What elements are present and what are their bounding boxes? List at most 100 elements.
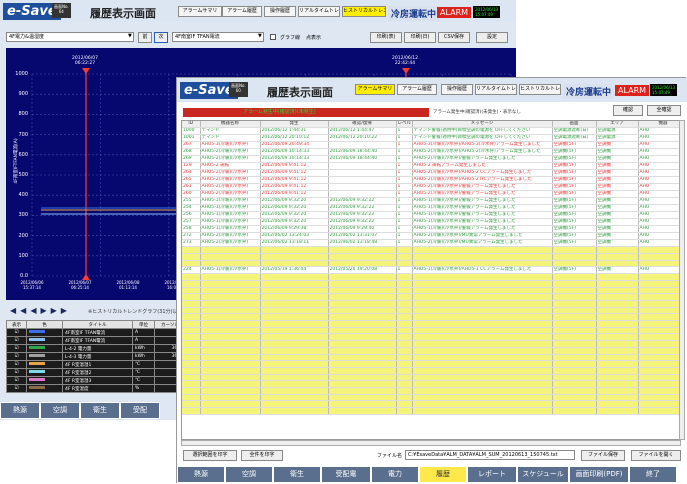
nav-item[interactable]: 衛生 bbox=[273, 466, 321, 483]
legend-row[interactable]: ☑ L-4-2 電力量 kWh 3627 bbox=[6, 344, 186, 353]
print-screen-button[interactable]: 印刷(日) bbox=[404, 32, 436, 43]
tab-historical-trend[interactable]: ヒストリカルトレンド bbox=[519, 84, 561, 95]
column-header[interactable]: 画面 bbox=[552, 121, 597, 129]
table-row[interactable] bbox=[182, 313, 680, 322]
table-row[interactable] bbox=[182, 387, 680, 395]
tab-alarm-history[interactable]: アラーム履歴 bbox=[397, 84, 437, 95]
graph-line-checkbox[interactable] bbox=[270, 34, 276, 40]
csv-save-button[interactable]: CSV保存 bbox=[438, 32, 470, 43]
legend-row[interactable]: ☑ L-4-3 電力量 kWh 3625 bbox=[6, 352, 186, 361]
nav-item[interactable]: 熱源 bbox=[177, 466, 225, 483]
tab-alarm-history[interactable]: アラーム履歴 bbox=[222, 6, 262, 17]
table-row[interactable] bbox=[182, 280, 680, 288]
alarm-badge[interactable]: ALARM bbox=[615, 85, 650, 96]
nav-item[interactable]: 受配電 bbox=[321, 466, 371, 483]
cursor-marker-1[interactable] bbox=[82, 68, 90, 74]
legend-checkbox[interactable]: ☑ bbox=[6, 352, 27, 361]
table-row[interactable] bbox=[182, 360, 680, 368]
table-row[interactable]: 1001 デマンド 2012/06/12 20:10:12 2012/06/12 20… bbox=[182, 134, 680, 143]
tab-historical-trend[interactable]: ヒストリカルトレンド bbox=[342, 6, 386, 17]
legend-row[interactable]: ☑ 4F R室湿度 % 10 bbox=[6, 384, 186, 393]
last-page-icon[interactable]: ▶▶ bbox=[51, 306, 71, 315]
settings-button[interactable]: 設定 bbox=[476, 32, 508, 43]
print-all-button[interactable]: 全件を印字 bbox=[241, 450, 283, 461]
chevron-down-icon[interactable]: ▼ bbox=[128, 33, 132, 39]
nav-item[interactable]: スケジュール bbox=[517, 466, 569, 483]
legend-row[interactable]: ☑ 4F R室温湿2 ℃ 22 bbox=[6, 368, 186, 377]
column-header[interactable]: ID bbox=[182, 121, 201, 129]
legend-row[interactable]: ☑ 4F南室IF TFAN電流 A 21 bbox=[6, 328, 186, 337]
point-select[interactable]: 4F南室IF TFAN電流 bbox=[172, 32, 264, 42]
nav-item[interactable]: 画面印刷(PDF) bbox=[569, 466, 629, 483]
file-path-field[interactable]: C:¥EsaveData¥ALM_DATA¥ALM_SUM_20120613_1… bbox=[405, 450, 575, 460]
table-row[interactable] bbox=[182, 407, 680, 415]
table-row[interactable] bbox=[182, 354, 680, 362]
tab-realtime-trend[interactable]: リアルタイムトレンド bbox=[298, 6, 340, 17]
column-header[interactable]: 確認/復帰 bbox=[328, 121, 397, 129]
tab-operation-history[interactable]: 操作履歴 bbox=[264, 6, 296, 17]
column-header[interactable]: 機器名称 bbox=[200, 121, 261, 129]
table-row[interactable]: 272 AHU5-2(冷暖)(冷水弁) 2012/06/02 13:24:03 201… bbox=[182, 232, 680, 241]
tab-alarm-summary[interactable]: アラームサマリ bbox=[355, 84, 395, 95]
tab-alarm-summary[interactable]: アラームサマリ bbox=[178, 6, 222, 17]
table-row[interactable]: 255 AHU5-1(冷暖)(冷水弁) 2012/06/09 9:32:20 2012… bbox=[182, 197, 680, 206]
table-row[interactable] bbox=[182, 380, 680, 388]
nav-sanitation[interactable]: 衛生 bbox=[80, 402, 120, 419]
legend-row[interactable]: ☑ 4F R室温湿1 ℃ 22 bbox=[6, 360, 186, 369]
table-row[interactable] bbox=[182, 347, 680, 355]
next-page-icon[interactable]: ▶ bbox=[40, 306, 50, 315]
first-page-icon[interactable]: ◀◀ bbox=[10, 306, 30, 315]
table-row[interactable] bbox=[182, 400, 680, 408]
prev-button[interactable]: 前 bbox=[138, 32, 152, 43]
chevron-down-icon[interactable]: ▼ bbox=[258, 33, 262, 39]
nav-item[interactable]: 履歴 bbox=[419, 466, 467, 483]
nav-item[interactable]: 空調 bbox=[225, 466, 273, 483]
column-header[interactable]: エリア bbox=[596, 121, 639, 129]
cursor-marker-2[interactable] bbox=[402, 68, 410, 74]
table-row[interactable]: 224 AHU5-1(冷暖)(冷水弁) 2012/05/19 1:36:44 2012… bbox=[182, 266, 680, 275]
table-row[interactable] bbox=[182, 374, 680, 382]
table-row[interactable] bbox=[182, 333, 680, 342]
nav-item[interactable]: 終了 bbox=[629, 466, 677, 483]
table-row[interactable] bbox=[182, 340, 680, 348]
tab-realtime-trend[interactable]: リアルタイムトレンド bbox=[475, 84, 517, 95]
tab-operation-history[interactable]: 操作履歴 bbox=[441, 84, 473, 95]
column-header[interactable]: レベル bbox=[396, 121, 413, 129]
vertical-scrollbar[interactable] bbox=[679, 120, 685, 440]
legend-checkbox[interactable]: ☑ bbox=[6, 368, 27, 377]
table-row[interactable] bbox=[182, 260, 680, 268]
table-row[interactable]: 267 AHU5-3(冷暖)(冷水弁) 2012/06/09 20:49:34 1 AH… bbox=[182, 141, 680, 150]
nav-air-conditioning[interactable]: 空調 bbox=[40, 402, 80, 419]
table-row[interactable]: 260 AHU5-2(冷暖)(冷水弁) 2012/06/09 9:41:12 1 AHU… bbox=[182, 190, 680, 199]
table-row[interactable] bbox=[182, 307, 680, 315]
table-row[interactable]: 257 AHU5-1(冷暖)(冷水弁) 2012/06/09 9:32:20 2012… bbox=[182, 218, 680, 227]
file-open-button[interactable]: ファイルを開く bbox=[631, 450, 681, 461]
table-row[interactable] bbox=[182, 300, 680, 308]
table-row[interactable] bbox=[182, 246, 680, 254]
table-row[interactable]: 1000 デマンド 2012/06/12 1:44:31 2012/06/12 1:4… bbox=[182, 127, 680, 136]
prev-page-icon[interactable]: ◀ bbox=[30, 306, 40, 315]
table-row[interactable]: 265 AHU5-2(冷暖)(冷水弁) 2012/06/09 9:41:12 1 AHU… bbox=[182, 176, 680, 185]
table-row[interactable] bbox=[182, 320, 680, 328]
next-button[interactable]: 次 bbox=[154, 32, 168, 43]
table-row[interactable]: 261 AHU5-2(冷暖)(冷水弁) 2012/06/09 9:41:12 1 AHU… bbox=[182, 183, 680, 192]
print-table-button[interactable]: 印刷(表) bbox=[370, 32, 402, 43]
table-row[interactable] bbox=[182, 253, 680, 261]
nav-power-receiving[interactable]: 受配 bbox=[120, 402, 160, 419]
table-row[interactable] bbox=[182, 367, 680, 375]
horizontal-scrollbar[interactable] bbox=[181, 440, 681, 446]
alarm-badge[interactable]: ALARM bbox=[437, 7, 472, 18]
table-row[interactable] bbox=[182, 287, 680, 295]
legend-row[interactable]: ☑ 4F R室温湿3 ℃ 58 bbox=[6, 376, 186, 385]
group-select[interactable]: 4F電力&温湿度 bbox=[6, 32, 134, 42]
legend-checkbox[interactable]: ☑ bbox=[6, 384, 27, 393]
table-row[interactable]: 258 AHU5-1(冷暖)(冷水弁) 2012/06/09 9:29:38 2012… bbox=[182, 225, 680, 234]
file-save-button[interactable]: ファイル保存 bbox=[581, 450, 625, 461]
table-row[interactable]: 269 AHU5-2(冷暖)(冷水弁) 2012/06/09 10:14:33 201… bbox=[182, 155, 680, 164]
table-row[interactable]: 129 AHU5-2 運転 2012/06/09 9:41:12 1 AHU5-2 運転… bbox=[182, 162, 680, 171]
column-header[interactable]: メッセージ bbox=[412, 121, 553, 129]
column-header[interactable]: 機器 bbox=[638, 121, 680, 129]
nav-item[interactable]: レポート bbox=[467, 466, 517, 483]
table-row[interactable] bbox=[182, 293, 680, 301]
table-row[interactable]: 273 AHU5-2(冷暖)(冷水弁) 2012/06/02 13:18:11 201… bbox=[182, 239, 680, 248]
